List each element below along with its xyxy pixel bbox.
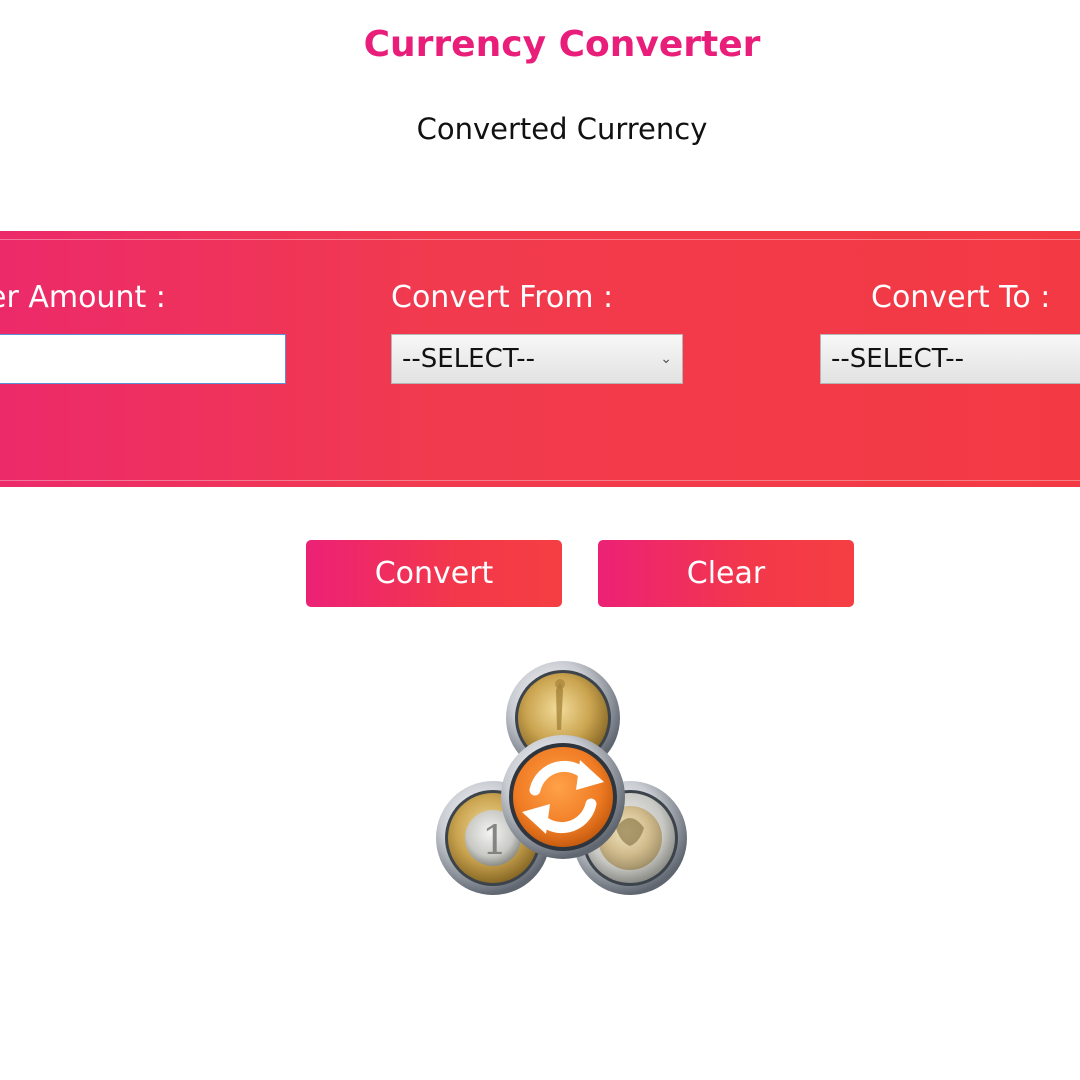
panel-divider-bottom: [0, 480, 1080, 481]
clear-button[interactable]: Clear: [598, 540, 854, 607]
svg-text:1: 1: [482, 818, 507, 864]
convert-from-selected-value: --SELECT--: [402, 344, 536, 374]
convert-to-label: Convert To :: [871, 280, 1051, 315]
convert-to-select[interactable]: --SELECT--: [820, 334, 1080, 384]
converted-currency-result: Converted Currency: [416, 112, 708, 146]
currency-converter-page: Currency Converter Converted Currency er…: [0, 0, 1080, 1080]
convert-from-select[interactable]: --SELECT-- ⌄: [391, 334, 683, 384]
convert-from-label: Convert From :: [391, 280, 614, 315]
converter-form-panel: er Amount : Convert From : --SELECT-- ⌄ …: [0, 231, 1080, 487]
convert-button[interactable]: Convert: [306, 540, 562, 607]
amount-label: er Amount :: [0, 280, 166, 315]
chevron-down-icon: ⌄: [660, 351, 672, 367]
coins-exchange-icon: 1: [436, 661, 687, 895]
convert-to-selected-value: --SELECT--: [831, 344, 965, 374]
page-title: Currency Converter: [363, 24, 761, 65]
amount-input[interactable]: [0, 334, 286, 384]
panel-divider-top: [0, 239, 1080, 240]
exchange-arrows-icon: [501, 735, 625, 859]
